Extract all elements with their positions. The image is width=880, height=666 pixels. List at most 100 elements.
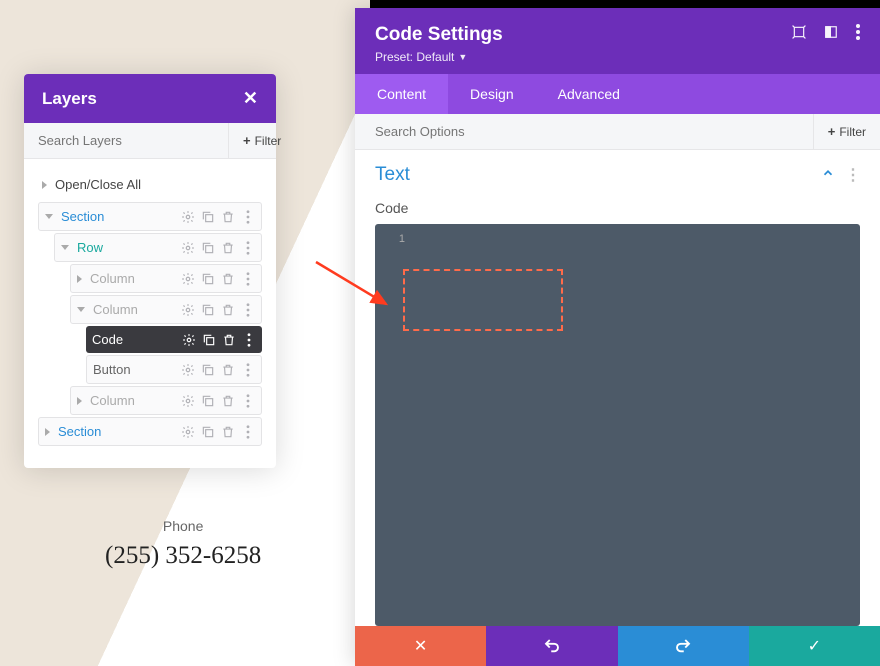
gear-icon[interactable]	[181, 303, 195, 317]
layer-label: Column	[93, 302, 181, 317]
layer-row-column[interactable]: Column	[70, 386, 262, 415]
undo-button[interactable]	[486, 626, 617, 666]
gear-icon[interactable]	[181, 394, 195, 408]
tab-content[interactable]: Content	[355, 74, 448, 114]
trash-icon[interactable]	[221, 241, 235, 255]
preset-selector[interactable]: Preset: Default ▼	[375, 50, 503, 64]
settings-titlebox: Code Settings Preset: Default ▼	[375, 24, 503, 64]
annotation-dashed-box	[403, 269, 563, 331]
kebab-icon[interactable]	[241, 394, 255, 408]
gear-icon[interactable]	[182, 333, 196, 347]
layer-label: Section	[61, 209, 181, 224]
layer-row-section[interactable]: Section	[38, 417, 262, 446]
close-icon[interactable]: ✕	[243, 88, 258, 109]
kebab-icon[interactable]	[241, 303, 255, 317]
duplicate-icon[interactable]	[201, 303, 215, 317]
expand-icon[interactable]	[792, 25, 806, 44]
trash-icon[interactable]	[221, 303, 235, 317]
layer-label: Column	[90, 393, 181, 408]
duplicate-icon[interactable]	[201, 272, 215, 286]
duplicate-icon[interactable]	[201, 241, 215, 255]
section-head: Text ⋮	[355, 150, 880, 200]
tab-advanced[interactable]: Advanced	[536, 74, 642, 114]
layer-label: Button	[93, 362, 181, 377]
chevron-right-icon	[77, 397, 82, 405]
trash-icon[interactable]	[221, 272, 235, 286]
kebab-icon[interactable]	[241, 241, 255, 255]
gear-icon[interactable]	[181, 210, 195, 224]
redo-button[interactable]	[618, 626, 749, 666]
trash-icon[interactable]	[221, 425, 235, 439]
gear-icon[interactable]	[181, 363, 195, 377]
duplicate-icon[interactable]	[201, 394, 215, 408]
layers-panel: Layers ✕ + Filter Open/Close All Section…	[24, 74, 276, 468]
plus-icon: +	[828, 124, 836, 139]
layer-label: Row	[77, 240, 181, 255]
row-icons	[181, 303, 255, 317]
chevron-down-icon	[45, 214, 53, 219]
trash-icon[interactable]	[221, 394, 235, 408]
cancel-button[interactable]: ✕	[355, 626, 486, 666]
row-icons	[182, 333, 256, 347]
layers-filter-button[interactable]: + Filter	[228, 123, 295, 158]
kebab-icon[interactable]	[241, 210, 255, 224]
layer-row-code[interactable]: Code	[86, 326, 262, 353]
trash-icon[interactable]	[221, 363, 235, 377]
tabs: Content Design Advanced	[355, 74, 880, 114]
section-title: Text	[375, 164, 821, 186]
open-close-all[interactable]: Open/Close All	[38, 167, 262, 202]
row-icons	[181, 210, 255, 224]
settings-panel: Code Settings Preset: Default ▼ Content …	[355, 8, 880, 666]
layer-label: Code	[92, 332, 182, 347]
gear-icon[interactable]	[181, 272, 195, 286]
row-icons	[181, 241, 255, 255]
layer-row-button[interactable]: Button	[86, 355, 262, 384]
layers-title: Layers	[42, 89, 97, 109]
chevron-down-icon	[77, 307, 85, 312]
kebab-icon[interactable]	[241, 272, 255, 286]
preset-label: Preset: Default	[375, 50, 454, 64]
tab-design[interactable]: Design	[448, 74, 536, 114]
kebab-icon[interactable]	[241, 425, 255, 439]
layer-row-column[interactable]: Column	[70, 295, 262, 324]
layers-search-input[interactable]	[24, 123, 228, 158]
trash-icon[interactable]	[222, 333, 236, 347]
settings-filter-button[interactable]: + Filter	[813, 114, 880, 149]
duplicate-icon[interactable]	[201, 210, 215, 224]
kebab-icon[interactable]: ⋮	[845, 165, 860, 185]
duplicate-icon[interactable]	[201, 363, 215, 377]
snap-left-icon[interactable]	[824, 25, 838, 44]
code-line: 1</span></span></div><div class="code-li…	[385, 232, 850, 248]
code-editor[interactable]: 1</span></span></div><div class="code-li…	[375, 224, 860, 626]
footer-buttons: ✕ ✓	[355, 626, 880, 666]
chevron-right-icon	[42, 181, 47, 189]
row-icons	[181, 363, 255, 377]
title-row: Code Settings Preset: Default ▼	[375, 24, 860, 64]
layers-toolbar: + Filter	[24, 123, 276, 159]
gear-icon[interactable]	[181, 425, 195, 439]
phone-block: Phone (255) 352-6258	[105, 518, 261, 570]
layer-row-section[interactable]: Section	[38, 202, 262, 231]
trash-icon[interactable]	[221, 210, 235, 224]
layers-header: Layers ✕	[24, 74, 276, 123]
settings-search-input[interactable]	[355, 114, 813, 149]
layer-row-column[interactable]: Column	[70, 264, 262, 293]
duplicate-icon[interactable]	[202, 333, 216, 347]
chevron-right-icon	[45, 428, 50, 436]
chevron-down-icon	[61, 245, 69, 250]
layer-row-row[interactable]: Row	[54, 233, 262, 262]
row-icons	[181, 272, 255, 286]
settings-title: Code Settings	[375, 24, 503, 46]
confirm-button[interactable]: ✓	[749, 626, 880, 666]
filter-label: Filter	[839, 125, 866, 139]
phone-label: Phone	[105, 518, 261, 534]
chevron-right-icon	[77, 275, 82, 283]
layer-label: Column	[90, 271, 181, 286]
kebab-icon[interactable]	[241, 363, 255, 377]
collapse-icon[interactable]	[821, 166, 835, 185]
gear-icon[interactable]	[181, 241, 195, 255]
duplicate-icon[interactable]	[201, 425, 215, 439]
kebab-icon[interactable]	[856, 24, 860, 45]
layers-body: Open/Close All Section Row Column C	[24, 159, 276, 468]
kebab-icon[interactable]	[242, 333, 256, 347]
